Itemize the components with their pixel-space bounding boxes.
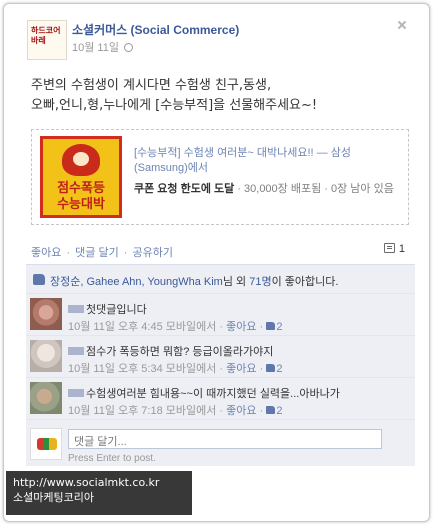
offer-image-line-2: 수능대박 [57,197,105,212]
commenter-avatar[interactable] [30,382,62,414]
comment-like-link[interactable]: 좋아요 [226,321,256,333]
commenter-name-redacted[interactable] [68,389,84,397]
thumbs-up-icon [266,322,276,330]
watermark-label: 소셜마케팅코리아 [13,491,94,504]
likes-sentence: 장정순, Gahee Ahn, YoungWha Kim님 외 71명이 좋아합… [50,273,338,289]
facebook-post-card: 하드코어 바레 소셜커머스 (Social Commerce) 10월 11일 … [3,3,430,522]
page-avatar[interactable]: 하드코어 바레 [27,20,67,60]
likes-middle: 님 외 [222,276,250,288]
comment-text-line: 첫댓글입니다 [68,301,147,317]
watermark-overlay: http://www.socialmkt.co.kr 소셜마케팅코리아 [6,471,192,515]
commenter-name-redacted[interactable] [68,305,84,313]
comment-text-line: 수험생여러분 힘내용~~이 때까지했던 실력을...아바나가 [68,385,340,401]
comment-body: 점수가 폭등하면 뭐함? 등급이올라가야지 [86,346,274,358]
thumbs-up-icon [266,364,276,372]
offer-title-link[interactable]: [수능부적] 수험생 여러분~ 대박나세요!! — 삼성(Samsung)에서 [134,146,402,176]
comment-item: 수험생여러분 힘내용~~이 때까지했던 실력을...아바나가 10월 11일 오… [26,378,415,420]
likes-summary: 장정순, Gahee Ahn, YoungWha Kim님 외 71명이 좋아합… [26,265,415,294]
post-timestamp[interactable]: 10월 11일 [72,39,133,55]
comment-count[interactable]: 1 [383,243,405,255]
mascot-illustration [62,144,100,176]
commenter-name-redacted[interactable] [68,347,84,355]
comment-meta: 10월 11일 오후 4:45 모바일에서 · 좋아요 · 2 [68,321,283,333]
comment-link[interactable]: 댓글 달기 [75,247,119,259]
comment-meta: 10월 11일 오후 5:34 모바일에서 · 좋아요 · 2 [68,363,283,375]
action-separator: · [123,247,128,259]
comment-body: 첫댓글입니다 [86,304,147,316]
offer-status: 쿠폰 요청 한도에 도달 · 30,000장 배포됨 · 0장 남아 있음 [134,182,402,197]
watermark-url: http://www.socialmkt.co.kr [13,476,160,489]
message-line-1: 주변의 수험생이 계시다면 수험생 친구,동생, [31,78,272,93]
offer-status-bold: 쿠폰 요청 한도에 도달 [134,183,235,195]
offer-image[interactable]: 점수폭등 수능대박 [40,136,122,218]
commenter-avatar[interactable] [30,340,62,372]
post-action-bar: 좋아요 · 댓글 달기 · 공유하기 [31,244,173,260]
comment-time[interactable]: 10월 11일 오후 5:34 모바일에서 [68,363,216,375]
close-icon[interactable] [397,20,407,30]
comment-item: 첫댓글입니다 10월 11일 오후 4:45 모바일에서 · 좋아요 · 2 [26,294,415,336]
comment-like-link[interactable]: 좋아요 [226,405,256,417]
comment-compose: 댓글 달기... Press Enter to post. [26,423,415,467]
thumbs-up-icon [33,274,45,285]
comment-like-count[interactable]: 2 [276,321,282,333]
offer-status-rest: · 30,000장 배포됨 · 0장 남아 있음 [234,183,394,195]
comment-text-line: 점수가 폭등하면 뭐함? 등급이올라가야지 [68,343,273,359]
comment-like-link[interactable]: 좋아요 [226,363,256,375]
action-separator: · [66,247,71,259]
likes-others-link[interactable]: 71명 [249,276,271,288]
like-link[interactable]: 좋아요 [31,247,61,259]
page-name-link[interactable]: 소셜커머스 (Social Commerce) [72,21,239,38]
post-time-text: 10월 11일 [72,42,119,54]
comment-item: 점수가 폭등하면 뭐함? 등급이올라가야지 10월 11일 오후 5:34 모바… [26,336,415,378]
comment-input[interactable]: 댓글 달기... [68,429,382,449]
avatar-text: 하드코어 바레 [31,25,61,45]
comment-like-count[interactable]: 2 [276,363,282,375]
thumbs-up-icon [266,406,276,414]
message-line-2: 오빠,언니,형,누나에게 [수능부적]을 선물해주세요~! [31,98,318,113]
comment-like-count[interactable]: 2 [276,405,282,417]
comment-time[interactable]: 10월 11일 오후 4:45 모바일에서 [68,321,216,333]
globe-icon [123,43,133,52]
compose-hint: Press Enter to post. [68,453,156,464]
comment-body: 수험생여러분 힘내용~~이 때까지했던 실력을...아바나가 [86,388,340,400]
comment-time[interactable]: 10월 11일 오후 7:18 모바일에서 [68,405,216,417]
shared-offer-card[interactable]: 점수폭등 수능대박 [수능부적] 수험생 여러분~ 대박나세요!! — 삼성(S… [31,129,409,225]
likers-names[interactable]: 장정순, Gahee Ahn, YoungWha Kim [50,276,223,288]
share-link[interactable]: 공유하기 [133,247,173,259]
commenter-avatar[interactable] [30,298,62,330]
feedback-box: 장정순, Gahee Ahn, YoungWha Kim님 외 71명이 좋아합… [26,264,415,466]
comment-count-value: 1 [398,243,405,255]
post-message: 주변의 수험생이 계시다면 수험생 친구,동생, 오빠,언니,형,누나에게 [수… [31,76,411,116]
viewer-avatar [30,428,62,460]
comment-bubble-icon [383,243,395,253]
offer-image-line-1: 점수폭등 [57,181,105,196]
comment-meta: 10월 11일 오후 7:18 모바일에서 · 좋아요 · 2 [68,405,283,417]
likes-suffix: 이 좋아합니다. [271,276,339,288]
